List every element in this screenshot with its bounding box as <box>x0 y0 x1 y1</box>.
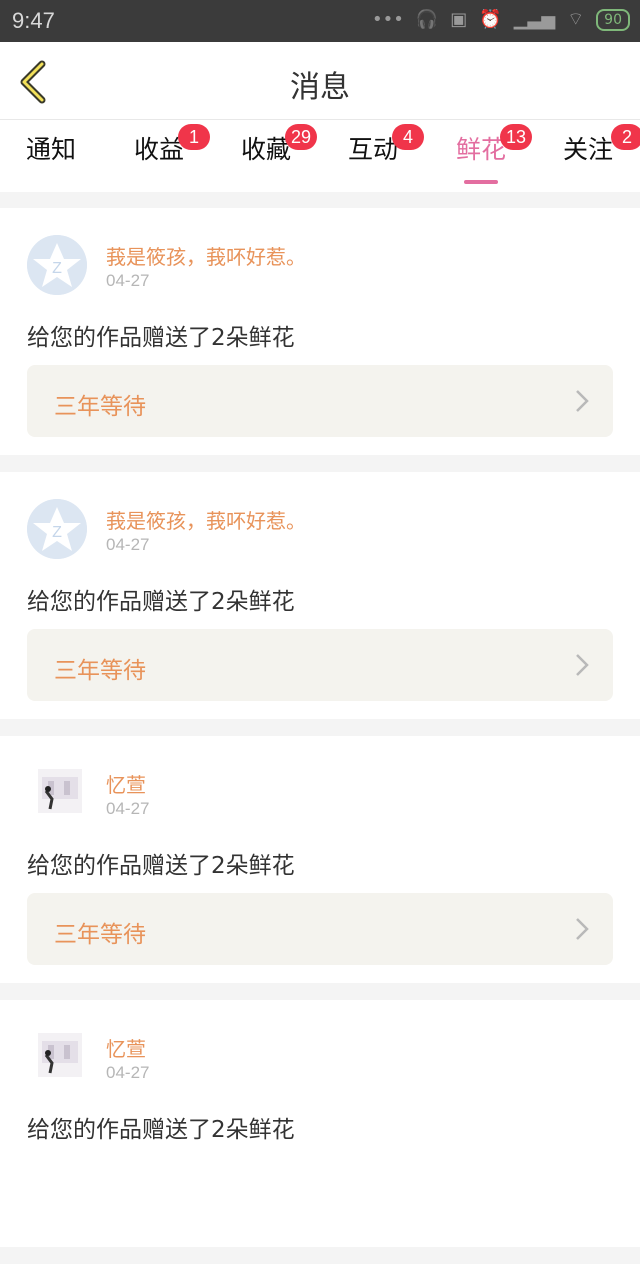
timestamp: 04-27 <box>106 535 150 554</box>
timestamp: 04-27 <box>106 271 150 290</box>
headset-icon: 🎧 <box>415 9 439 30</box>
chevron-right-icon <box>576 390 589 412</box>
header: 消息 <box>0 42 640 120</box>
work-link[interactable]: 三年等待 <box>27 365 613 437</box>
chevron-right-icon <box>576 918 589 940</box>
qq-default-avatar-icon: Z <box>27 499 87 559</box>
tab-income[interactable]: 收益 1 <box>134 124 210 186</box>
timestamp: 04-27 <box>106 1063 150 1082</box>
more-dots-icon: ••• <box>372 9 404 30</box>
tab-favorites[interactable]: 收藏 29 <box>241 124 318 186</box>
message-text: 给您的作品赠送了2朵鲜花 <box>27 853 295 879</box>
list-item: 忆萱 04-27 给您的作品赠送了2朵鲜花 三年等待 <box>0 736 640 983</box>
photo-avatar-icon <box>38 769 82 813</box>
message-text: 给您的作品赠送了2朵鲜花 <box>27 325 295 351</box>
tab-badge: 2 <box>611 124 640 150</box>
work-title: 三年等待 <box>54 922 146 948</box>
message-text: 给您的作品赠送了2朵鲜花 <box>27 589 295 615</box>
work-title: 三年等待 <box>54 658 146 684</box>
tab-badge: 29 <box>285 124 318 150</box>
tab-badge: 13 <box>500 124 533 150</box>
tab-bar: 通知 收益 1 收藏 29 互动 4 鲜花 13 关注 2 <box>0 120 640 192</box>
list-item: 忆萱 04-27 给您的作品赠送了2朵鲜花 <box>0 1000 640 1247</box>
tab-follow[interactable]: 关注 2 <box>563 124 640 186</box>
avatar[interactable]: Z <box>27 499 87 559</box>
active-tab-indicator <box>464 180 498 184</box>
status-time: 9:47 <box>12 8 55 33</box>
work-link[interactable]: 三年等待 <box>27 893 613 965</box>
tab-flowers[interactable]: 鲜花 13 <box>456 124 533 186</box>
avatar[interactable]: Z <box>27 235 87 295</box>
tab-label: 鲜花 <box>456 135 507 164</box>
status-icons: ••• 🎧 ▣ ⏰ ▁▃▅ ⌔ 90 <box>372 8 630 31</box>
sender-name[interactable]: 忆萱 <box>106 769 146 798</box>
page-title: 消息 <box>290 70 350 105</box>
status-bar: 9:47 ••• 🎧 ▣ ⏰ ▁▃▅ ⌔ 90 <box>0 0 640 42</box>
message-text: 给您的作品赠送了2朵鲜花 <box>27 1117 295 1143</box>
work-link[interactable]: 三年等待 <box>27 629 613 701</box>
timestamp: 04-27 <box>106 799 150 818</box>
sender-name[interactable]: 莪是筱孩，莪吥好惹。 <box>106 505 306 534</box>
list-item: Z 莪是筱孩，莪吥好惹。 04-27 给您的作品赠送了2朵鲜花 三年等待 <box>0 208 640 455</box>
flower-feed: Z 莪是筱孩，莪吥好惹。 04-27 给您的作品赠送了2朵鲜花 三年等待 Z 莪… <box>0 208 640 1264</box>
photo-avatar-icon <box>38 1033 82 1077</box>
tab-label: 关注 <box>563 135 614 164</box>
battery-icon: 90 <box>596 8 630 31</box>
sender-name[interactable]: 忆萱 <box>106 1033 146 1062</box>
copy-icon: ▣ <box>450 9 468 30</box>
alarm-icon: ⏰ <box>479 9 502 30</box>
list-item: Z 莪是筱孩，莪吥好惹。 04-27 给您的作品赠送了2朵鲜花 三年等待 <box>0 472 640 719</box>
tab-label: 收益 <box>134 135 185 164</box>
tab-label: 通知 <box>26 135 77 164</box>
tab-badge: 4 <box>392 124 424 150</box>
tab-label: 互动 <box>348 135 399 164</box>
svg-text:Z: Z <box>52 524 62 541</box>
qq-default-avatar-icon: Z <box>27 235 87 295</box>
wifi-icon: ⌔ <box>567 9 585 30</box>
avatar[interactable] <box>38 769 82 813</box>
svg-text:Z: Z <box>52 260 62 277</box>
tab-interaction[interactable]: 互动 4 <box>348 124 424 186</box>
signal-icon: ▁▃▅ <box>513 9 556 30</box>
tab-notice[interactable]: 通知 <box>26 130 76 186</box>
sender-name[interactable]: 莪是筱孩，莪吥好惹。 <box>106 241 306 270</box>
avatar[interactable] <box>38 1033 82 1077</box>
chevron-right-icon <box>576 654 589 676</box>
tab-label: 收藏 <box>241 135 292 164</box>
work-title: 三年等待 <box>54 394 146 420</box>
tab-badge: 1 <box>178 124 210 150</box>
